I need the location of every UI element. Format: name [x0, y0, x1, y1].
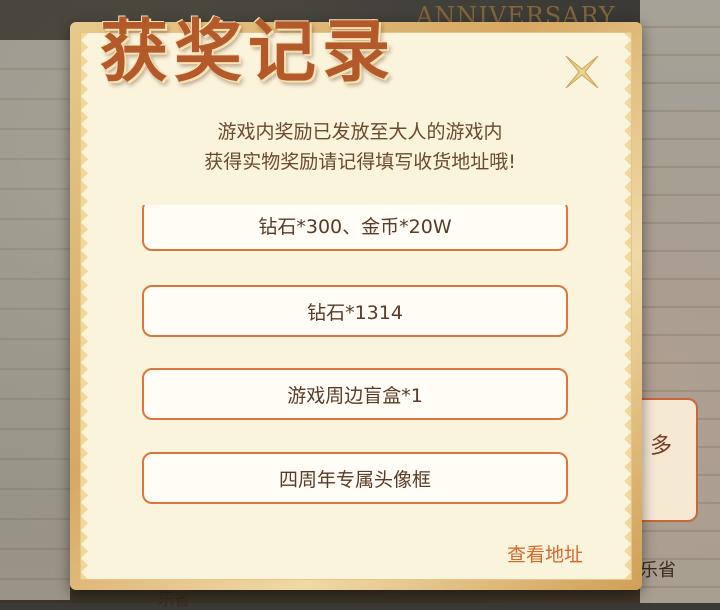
close-x-icon — [565, 55, 599, 89]
view-address-link[interactable]: 查看地址 — [507, 540, 583, 567]
close-button[interactable] — [560, 50, 604, 94]
reward-item: 钻石*1314 — [142, 285, 568, 337]
reward-item: 游戏周边盲盒*1 — [142, 368, 568, 420]
background-right-label: 乐省 — [640, 560, 676, 581]
background-card — [634, 398, 698, 522]
background-notebook-left — [0, 40, 70, 600]
reward-item: 四周年专属头像框 — [142, 452, 568, 504]
notice-text: 游戏内奖励已发放至大人的游戏内 获得实物奖励请记得填写收货地址哦! — [80, 117, 640, 177]
reward-list[interactable]: 钻石*300、金币*20W 钻石*1314 游戏周边盲盒*1 四周年专属头像框 — [140, 205, 572, 515]
zigzag-border-right — [617, 33, 631, 579]
reward-item: 钻石*300、金币*20W — [142, 205, 568, 251]
modal-title: 获奖记录 — [100, 12, 397, 92]
background-card-text: 多 — [650, 434, 673, 459]
notice-line-2: 获得实物奖励请记得填写收货地址哦! — [204, 151, 516, 173]
notice-line-1: 游戏内奖励已发放至大人的游戏内 — [217, 121, 503, 143]
zigzag-border-left — [81, 33, 95, 579]
